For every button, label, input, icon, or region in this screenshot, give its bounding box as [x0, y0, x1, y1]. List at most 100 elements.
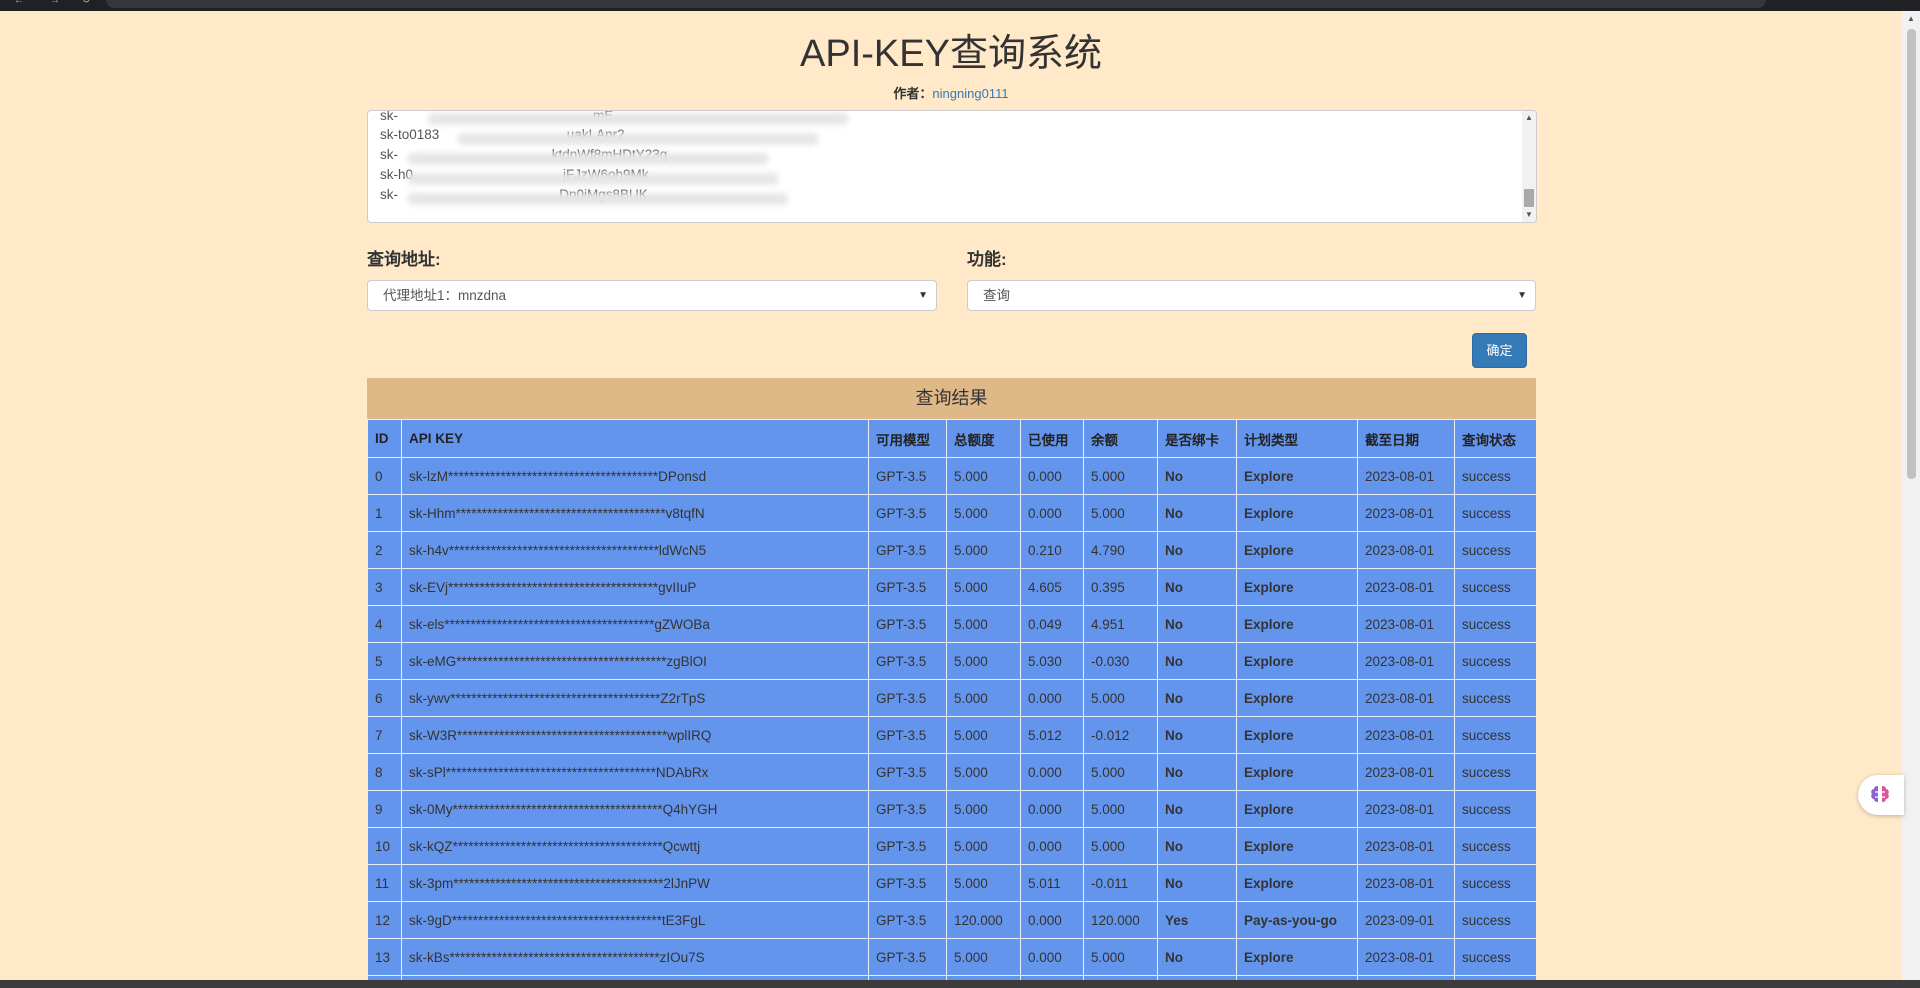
- confirm-button[interactable]: 确定: [1472, 333, 1527, 368]
- table-cell: sk-3pm**********************************…: [401, 864, 869, 902]
- redaction-blur: [428, 113, 848, 125]
- table-cell: 2: [367, 531, 402, 569]
- table-cell: 4.605: [1020, 568, 1084, 606]
- function-label: 功能:: [967, 250, 1007, 269]
- table-cell: 8: [367, 753, 402, 791]
- table-cell: 0.210: [1020, 531, 1084, 569]
- table-cell: 2023-08-01: [1357, 605, 1455, 643]
- column-header: 查询状态: [1454, 419, 1536, 458]
- table-cell: 10: [367, 827, 402, 865]
- table-row: 8 sk-sPl*********************************…: [367, 753, 1536, 791]
- table-cell: success: [1454, 864, 1536, 902]
- table-cell: 5.012: [1020, 716, 1084, 754]
- table-row: 13 sk-kBs********************************…: [367, 938, 1536, 976]
- table-cell: sk-kBs**********************************…: [401, 938, 869, 976]
- redaction-blur: [458, 133, 818, 145]
- table-cell: 5.000: [946, 605, 1021, 643]
- table-cell: success: [1454, 642, 1536, 680]
- table-cell: 0.000: [1020, 938, 1084, 976]
- table-cell: success: [1454, 494, 1536, 532]
- table-row: 4 sk-els*********************************…: [367, 605, 1536, 643]
- reload-icon[interactable]: ↻: [82, 0, 90, 6]
- function-select[interactable]: 查询 ▼: [967, 280, 1536, 311]
- table-row: 1 sk-Hhm*********************************…: [367, 494, 1536, 532]
- column-header: 是否绑卡: [1157, 419, 1237, 458]
- author-label: 作者：: [893, 86, 933, 101]
- table-cell: 0.000: [1020, 827, 1084, 865]
- table-cell: 2023-09-01: [1357, 901, 1455, 939]
- bottom-edge: [0, 980, 1920, 988]
- textarea-scrollbar[interactable]: ▲ ▼: [1522, 111, 1536, 222]
- table-cell: 120.000: [1083, 901, 1158, 939]
- table-cell: sk-sPl**********************************…: [401, 753, 869, 791]
- table-row: 2 sk-h4v*********************************…: [367, 531, 1536, 569]
- table-cell: 11: [367, 864, 402, 902]
- table-cell: sk-ywv**********************************…: [401, 679, 869, 717]
- table-cell: success: [1454, 790, 1536, 828]
- chevron-down-icon: ▼: [1517, 290, 1527, 301]
- scroll-up-icon[interactable]: ▲: [1525, 113, 1533, 122]
- scroll-up-icon[interactable]: ▲: [1907, 14, 1915, 23]
- table-cell: GPT-3.5: [868, 531, 947, 569]
- results-title: 查询结果: [367, 378, 1536, 419]
- table-cell: Pay-as-you-go: [1236, 901, 1358, 939]
- table-cell: 0: [367, 457, 402, 495]
- table-cell: success: [1454, 457, 1536, 495]
- table-cell: 4.951: [1083, 605, 1158, 643]
- column-header: ID: [367, 419, 402, 458]
- table-cell: 5.000: [1083, 494, 1158, 532]
- table-cell: sk-EVj**********************************…: [401, 568, 869, 606]
- table-cell: GPT-3.5: [868, 642, 947, 680]
- table-cell: No: [1157, 568, 1237, 606]
- address-bar[interactable]: [106, 0, 1766, 8]
- table-cell: Explore: [1236, 605, 1358, 643]
- table-cell: Explore: [1236, 790, 1358, 828]
- table-cell: No: [1157, 457, 1237, 495]
- table-cell: 5.000: [946, 753, 1021, 791]
- table-cell: GPT-3.5: [868, 901, 947, 939]
- floating-assistant-button[interactable]: [1858, 775, 1904, 815]
- table-cell: 5.000: [946, 679, 1021, 717]
- table-cell: sk-kQZ**********************************…: [401, 827, 869, 865]
- table-cell: sk-h4v**********************************…: [401, 531, 869, 569]
- column-header: API KEY: [401, 419, 869, 458]
- table-cell: 5.000: [946, 827, 1021, 865]
- table-cell: 3: [367, 568, 402, 606]
- table-row: 11 sk-3pm********************************…: [367, 864, 1536, 902]
- table-cell: 2023-08-01: [1357, 531, 1455, 569]
- chevron-down-icon: ▼: [918, 290, 928, 301]
- table-cell: 120.000: [946, 901, 1021, 939]
- page-scroll-thumb[interactable]: [1907, 29, 1916, 479]
- redaction-blur: [408, 173, 778, 185]
- table-cell: Explore: [1236, 827, 1358, 865]
- table-cell: No: [1157, 938, 1237, 976]
- table-cell: Explore: [1236, 679, 1358, 717]
- api-keys-textarea[interactable]: sk- mE sk-to0183 uakLAnr2 sk- ktdnWf8mHD…: [367, 110, 1537, 223]
- page-scrollbar[interactable]: ▲: [1902, 11, 1920, 988]
- table-cell: 2023-08-01: [1357, 827, 1455, 865]
- results-table-body: 0 sk-lzM*********************************…: [367, 457, 1536, 988]
- table-cell: 0.000: [1020, 901, 1084, 939]
- table-cell: GPT-3.5: [868, 827, 947, 865]
- table-cell: 5.000: [946, 568, 1021, 606]
- forward-icon[interactable]: →: [50, 0, 60, 6]
- query-address-select[interactable]: 代理地址1：mnzdna ▼: [367, 280, 937, 311]
- table-cell: 5.000: [946, 642, 1021, 680]
- table-row: 7 sk-W3R*********************************…: [367, 716, 1536, 754]
- table-cell: 0.049: [1020, 605, 1084, 643]
- table-cell: 0.395: [1083, 568, 1158, 606]
- textarea-scroll-thumb[interactable]: [1524, 189, 1534, 207]
- results-panel: 查询结果 ID API KEY 可用模型 总额度 已使用 余额 是否绑卡 计划类…: [367, 378, 1536, 988]
- table-cell: success: [1454, 901, 1536, 939]
- author-link[interactable]: ningning0111: [932, 86, 1008, 101]
- table-cell: 5.000: [946, 938, 1021, 976]
- table-cell: -0.012: [1083, 716, 1158, 754]
- table-row: 6 sk-ywv*********************************…: [367, 679, 1536, 717]
- table-cell: success: [1454, 827, 1536, 865]
- table-cell: 5.000: [946, 457, 1021, 495]
- table-row: 10 sk-kQZ********************************…: [367, 827, 1536, 865]
- back-icon[interactable]: ←: [14, 0, 24, 6]
- scroll-down-icon[interactable]: ▼: [1525, 210, 1533, 219]
- column-header: 可用模型: [868, 419, 947, 458]
- query-address-label: 查询地址:: [367, 250, 441, 269]
